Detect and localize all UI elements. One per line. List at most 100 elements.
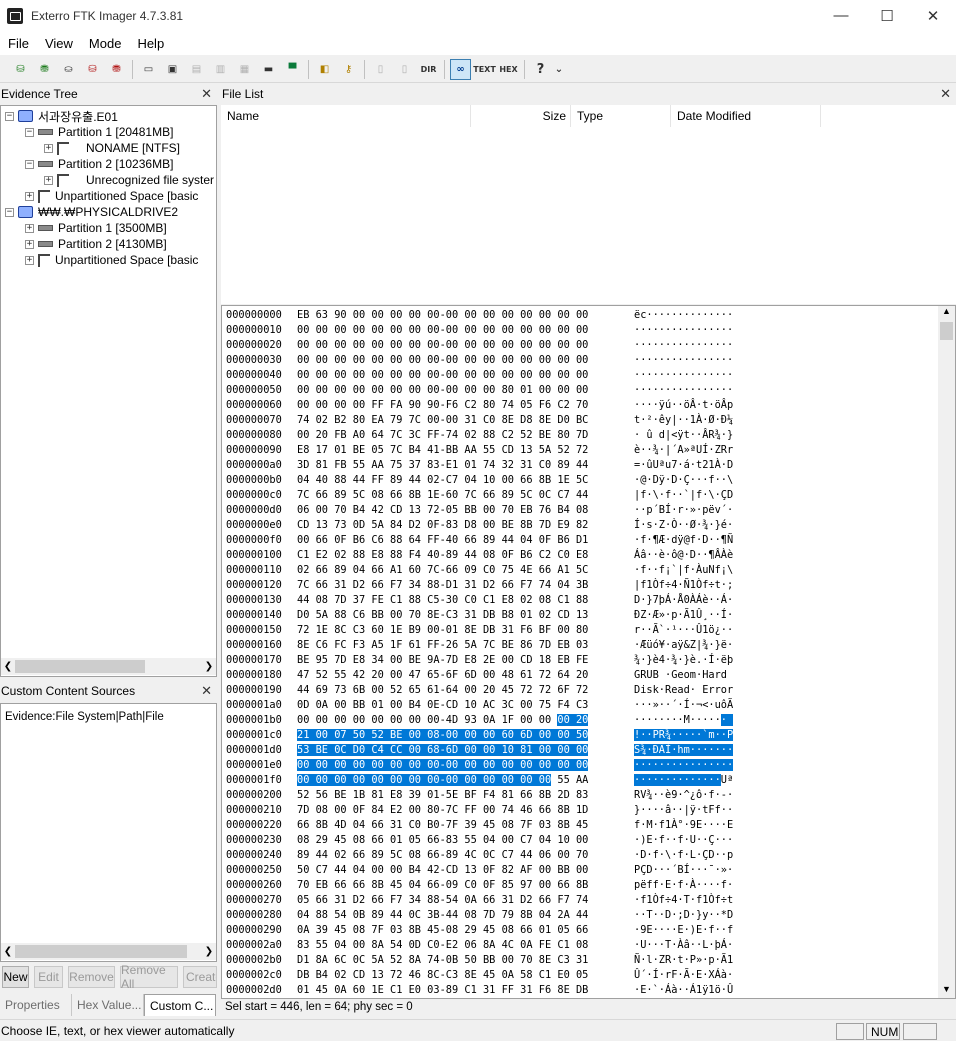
hex-ascii[interactable]: ··T··D·;D·}y··*D bbox=[634, 908, 733, 923]
expand-icon[interactable]: + bbox=[25, 223, 34, 233]
hex-row[interactable]: 0000001c0 21 00 07 50 52 BE 00 08-00 00 0… bbox=[222, 728, 947, 743]
hex-ascii[interactable]: t·²·êy|··1À·Ø·Ð¼ bbox=[634, 413, 733, 428]
capture-memory-icon[interactable]: ▀ bbox=[282, 59, 303, 80]
hex-bytes[interactable]: 3D 81 FB 55 AA 75 37 83-E1 01 74 32 31 C… bbox=[297, 458, 588, 473]
hex-bytes[interactable]: 00 00 00 00 FF FA 90 90-F6 C2 80 74 05 F… bbox=[297, 398, 588, 413]
text-viewer-icon[interactable]: TEXT bbox=[473, 59, 496, 80]
hex-ascii[interactable]: ················ bbox=[634, 758, 734, 773]
image-mounting-icon[interactable]: ⛀ bbox=[58, 59, 79, 80]
add-all-evidence-icon[interactable]: ⛃ bbox=[34, 59, 55, 80]
hex-ascii[interactable]: ·f·¶Æ·dÿ@f·D··¶Ñ bbox=[634, 533, 733, 548]
hex-bytes[interactable]: C1 E2 02 88 E8 88 F4 40-89 44 08 0F B6 C… bbox=[297, 548, 588, 563]
hex-bytes[interactable]: 7C 66 31 D2 66 F7 34 88-D1 31 D2 66 F7 7… bbox=[297, 578, 588, 593]
obtain-protected-files-icon[interactable]: ◧ bbox=[314, 59, 335, 80]
evidence-tree-hscrollbar[interactable]: ❮ ❯ bbox=[1, 658, 216, 675]
toolbar-overflow-icon[interactable]: ⌄ bbox=[554, 59, 564, 80]
hex-row[interactable]: 000000030 00 00 00 00 00 00 00 00-00 00 0… bbox=[222, 353, 947, 368]
hex-ascii[interactable]: ·f··f¡`|f·ÀuNf¡\ bbox=[634, 563, 733, 578]
hex-row[interactable]: 0000000a0 3D 81 FB 55 AA 75 37 83-E1 01 7… bbox=[222, 458, 947, 473]
hex-ascii[interactable]: ·E·`·Áà··Á1ÿ1ö·Û bbox=[634, 983, 733, 998]
hex-row[interactable]: 0000000d0 06 00 70 B4 42 CD 13 72-05 BB 0… bbox=[222, 503, 947, 518]
hex-row[interactable]: 000000220 66 8B 4D 04 66 31 C0 B0-7F 39 4… bbox=[222, 818, 947, 833]
hex-ascii[interactable]: pëff·E·f·À····f· bbox=[634, 878, 733, 893]
collapse-icon[interactable]: − bbox=[25, 127, 34, 137]
expand-icon[interactable]: + bbox=[25, 255, 34, 265]
expand-icon[interactable]: + bbox=[44, 175, 53, 185]
hex-ascii[interactable]: PÇD···´BÍ···¯·»· bbox=[634, 863, 733, 878]
menu-view[interactable]: View bbox=[37, 36, 81, 51]
hex-bytes[interactable]: 83 55 04 00 8A 54 0D C0-E2 06 8A 4C 0A F… bbox=[297, 938, 588, 953]
tab-custom-content[interactable]: Custom C... bbox=[144, 994, 216, 1016]
hex-row[interactable]: 000000060 00 00 00 00 FF FA 90 90-F6 C2 8… bbox=[222, 398, 947, 413]
hex-ascii[interactable]: ····ÿú··öÂ·t·öÂp bbox=[634, 398, 733, 413]
hex-ascii[interactable]: Û´·Í·rF·Ã·E·XÁà· bbox=[634, 968, 733, 983]
hex-ascii[interactable]: D·}7þÁ·Å0ÀÁè··Á· bbox=[634, 593, 733, 608]
hex-viewer-icon[interactable]: HEX bbox=[498, 59, 519, 80]
hex-row[interactable]: 000000210 7D 08 00 0F 84 E2 00 80-7C FF 0… bbox=[222, 803, 947, 818]
hex-ascii[interactable]: |f1Òf÷4·Ñ1Òf÷t·; bbox=[634, 578, 733, 593]
maximize-button[interactable]: ☐ bbox=[864, 0, 910, 31]
menu-file[interactable]: File bbox=[0, 36, 37, 51]
hex-ascii[interactable]: ··p´BÍ·r·»·pëv´· bbox=[634, 503, 733, 518]
hex-bytes[interactable]: 7D 08 00 0F 84 E2 00 80-7C FF 00 74 46 6… bbox=[297, 803, 588, 818]
hex-ascii[interactable]: ················ bbox=[634, 353, 733, 368]
hex-bytes[interactable]: 7C 66 89 5C 08 66 8B 1E-60 7C 66 89 5C 0… bbox=[297, 488, 588, 503]
hex-row[interactable]: 000000000 EB 63 90 00 00 00 00 00-00 00 0… bbox=[222, 308, 947, 323]
collapse-icon[interactable]: − bbox=[5, 207, 14, 217]
hex-row[interactable]: 0000000f0 00 66 0F B6 C6 88 64 FF-40 66 8… bbox=[222, 533, 947, 548]
hex-row[interactable]: 000000100 C1 E2 02 88 E8 88 F4 40-89 44 0… bbox=[222, 548, 947, 563]
hex-row[interactable]: 0000000b0 04 40 88 44 FF 89 44 02-C7 04 1… bbox=[222, 473, 947, 488]
hex-row[interactable]: 000000010 00 00 00 00 00 00 00 00-00 00 0… bbox=[222, 323, 947, 338]
create-custom-image-icon[interactable]: ▦ bbox=[234, 59, 255, 80]
expand-icon[interactable]: + bbox=[44, 143, 53, 153]
expand-icon[interactable]: + bbox=[25, 191, 34, 201]
hex-ascii[interactable]: ·Æüó¥·aÿ&Z|¾·}ë· bbox=[634, 638, 733, 653]
hex-vscrollbar[interactable]: ▲ ▼ bbox=[938, 306, 955, 998]
tree-node[interactable]: + Partition 2 [4130MB] bbox=[25, 236, 167, 252]
hex-row[interactable]: 0000002c0 DB B4 02 CD 13 72 46 8C-C3 8E 4… bbox=[222, 968, 947, 983]
hex-bytes[interactable]: 05 66 31 D2 66 F7 34 88-54 0A 66 31 D2 6… bbox=[297, 893, 588, 908]
hex-ascii[interactable]: è··¾·|´A»ªUÍ·ZRr bbox=[634, 443, 733, 458]
hex-bytes[interactable]: 00 00 00 00 00 00 00 00-00 00 00 00 00 0… bbox=[297, 323, 588, 338]
hex-row[interactable]: 000000090 E8 17 01 BE 05 7C B4 41-BB AA 5… bbox=[222, 443, 947, 458]
tree-node[interactable]: − 서과장유출.E01 bbox=[5, 108, 118, 124]
hex-row[interactable]: 000000110 02 66 89 04 66 A1 60 7C-66 09 C… bbox=[222, 563, 947, 578]
hex-ascii[interactable]: ·)E·f··f·U··Ç··· bbox=[634, 833, 733, 848]
hex-bytes[interactable]: 66 8B 4D 04 66 31 C0 B0-7F 39 45 08 7F 0… bbox=[297, 818, 588, 833]
hex-viewer[interactable]: 000000000 EB 63 90 00 00 00 00 00-00 00 0… bbox=[221, 305, 956, 999]
hex-bytes[interactable]: D0 5A 88 C6 BB 00 70 8E-C3 31 DB B8 01 0… bbox=[297, 608, 588, 623]
hex-row[interactable]: 000000070 74 02 B2 80 EA 79 7C 00-00 31 C… bbox=[222, 413, 947, 428]
minimize-button[interactable]: — bbox=[818, 0, 864, 31]
tree-node[interactable]: − ₩₩.₩PHYSICALDRIVE2 bbox=[5, 204, 178, 220]
close-icon[interactable]: ✕ bbox=[201, 683, 212, 699]
tree-node[interactable]: + Unpartitioned Space [basic bbox=[25, 252, 198, 268]
hex-bytes[interactable]: 06 00 70 B4 42 CD 13 72-05 BB 00 70 EB 7… bbox=[297, 503, 588, 518]
scroll-thumb[interactable] bbox=[15, 945, 187, 958]
tree-node[interactable]: − Partition 1 [20481MB] bbox=[25, 124, 173, 140]
tab-hex-value[interactable]: Hex Value... bbox=[72, 994, 144, 1016]
hex-bytes[interactable]: 0D 0A 00 BB 01 00 B4 0E-CD 10 AC 3C 00 7… bbox=[297, 698, 588, 713]
hex-row[interactable]: 0000001a0 0D 0A 00 BB 01 00 B4 0E-CD 10 A… bbox=[222, 698, 947, 713]
decrypt-icon[interactable]: ▬ bbox=[258, 59, 279, 80]
hex-bytes[interactable]: 50 C7 44 04 00 00 B4 42-CD 13 0F 82 AF 0… bbox=[297, 863, 588, 878]
hex-bytes[interactable]: 0A 39 45 08 7F 03 8B 45-08 29 45 08 66 0… bbox=[297, 923, 588, 938]
edit-button[interactable]: Edit bbox=[34, 966, 63, 988]
hex-bytes[interactable]: EB 63 90 00 00 00 00 00-00 00 00 00 00 0… bbox=[297, 308, 588, 323]
hex-ascii[interactable]: !··PR¾·····`m··P bbox=[634, 728, 734, 743]
key-icon[interactable]: ⚷ bbox=[338, 59, 359, 80]
hex-bytes[interactable]: 01 45 0A 60 1E C1 E0 03-89 C1 31 FF 31 F… bbox=[297, 983, 588, 998]
hex-bytes[interactable]: 89 44 02 66 89 5C 08 66-89 4C 0C C7 44 0… bbox=[297, 848, 588, 863]
hex-row[interactable]: 000000150 72 1E 8C C3 60 1E B9 00-01 8E D… bbox=[222, 623, 947, 638]
hex-bytes[interactable]: 44 08 7D 37 FE C1 88 C5-30 C0 C1 E8 02 0… bbox=[297, 593, 588, 608]
hex-ascii[interactable]: ················ bbox=[634, 383, 733, 398]
hex-ascii[interactable]: f·M·f1À°·9E····E bbox=[634, 818, 733, 833]
hex-row[interactable]: 000000200 52 56 BE 1B 81 E8 39 01-5E BF F… bbox=[222, 788, 947, 803]
custom-content-entry[interactable]: Evidence:File System|Path|File bbox=[5, 711, 164, 723]
hex-row[interactable]: 000000170 BE 95 7D E8 34 00 BE 9A-7D E8 2… bbox=[222, 653, 947, 668]
hex-ascii[interactable]: ·@·Dÿ·D·Ç···f··\ bbox=[634, 473, 733, 488]
hex-bytes[interactable]: 00 00 00 00 00 00 00 00-00 00 00 00 00 0… bbox=[297, 773, 588, 788]
hex-bytes[interactable]: 00 00 00 00 00 00 00 00-00 00 00 00 00 0… bbox=[297, 368, 588, 383]
hex-ascii[interactable]: ·U···T·Àâ··L·þÁ· bbox=[634, 938, 733, 953]
remove-all-evidence-icon[interactable]: ⛃ bbox=[106, 59, 127, 80]
hex-row[interactable]: 000000080 00 20 FB A0 64 7C 3C FF-74 02 8… bbox=[222, 428, 947, 443]
